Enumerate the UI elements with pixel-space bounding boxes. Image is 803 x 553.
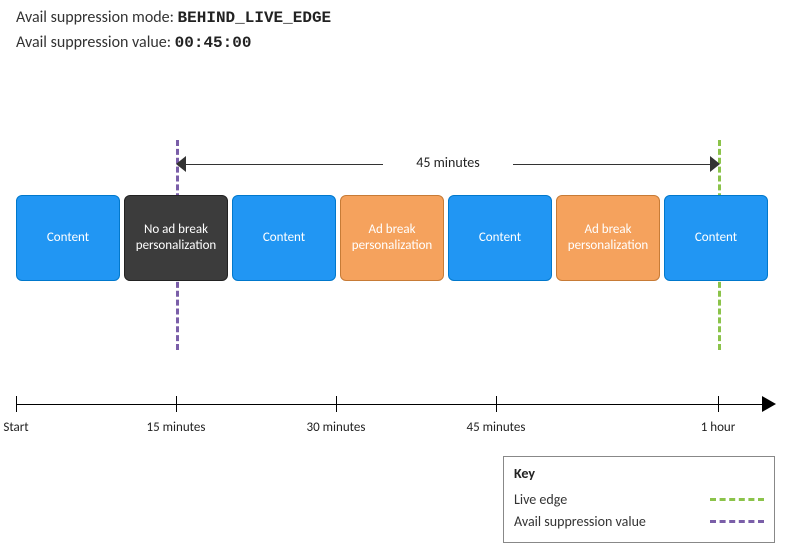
value-value: 00:45:00: [175, 34, 252, 52]
timeline-block: Ad break personalization: [340, 195, 444, 281]
axis-tick: [336, 396, 337, 412]
axis-tick: [718, 396, 719, 412]
legend-title: Key: [514, 465, 764, 482]
arrow-icon: [762, 396, 776, 412]
block-label: Ad break personalization: [345, 222, 439, 253]
timeline-block: Content: [448, 195, 552, 281]
timeline-block: Content: [232, 195, 336, 281]
block-label: Content: [47, 230, 89, 246]
block-label: Content: [263, 230, 305, 246]
block-label: No ad break personalization: [129, 222, 223, 253]
legend-swatch: [710, 498, 764, 501]
axis-tick: [496, 396, 497, 412]
legend-label: Live edge: [514, 491, 567, 508]
legend-row: Avail suppression value: [514, 510, 764, 532]
mode-value: BEHIND_LIVE_EDGE: [178, 9, 332, 27]
axis-tick-label: 45 minutes: [467, 420, 526, 435]
axis-tick: [16, 396, 17, 412]
timeline-block: Ad break personalization: [556, 195, 660, 281]
axis-tick: [176, 396, 177, 412]
timeline-block: Content: [16, 195, 120, 281]
axis-tick-label: Start: [3, 420, 28, 435]
timeline-blocks: Content No ad break personalization Conten…: [16, 195, 768, 281]
axis-tick-label: 30 minutes: [307, 420, 366, 435]
block-label: Content: [479, 230, 521, 246]
legend-swatch: [710, 520, 764, 523]
timeline-block: Content: [664, 195, 768, 281]
mode-label: Avail suppression mode:: [16, 8, 174, 27]
duration-label: 45 minutes: [178, 154, 718, 171]
block-label: Ad break personalization: [561, 222, 655, 253]
timeline-block: No ad break personalization: [124, 195, 228, 281]
diagram-canvas: Avail suppression mode: BEHIND_LIVE_EDGE…: [0, 0, 803, 553]
value-label: Avail suppression value:: [16, 33, 171, 52]
legend-box: Key Live edge Avail suppression value: [503, 456, 775, 543]
axis-tick-label: 1 hour: [701, 420, 736, 435]
header-settings: Avail suppression mode: BEHIND_LIVE_EDGE…: [16, 8, 331, 58]
legend-label: Avail suppression value: [514, 513, 646, 530]
time-axis: Start15 minutes30 minutes45 minutes1 hou…: [16, 384, 776, 424]
duration-measure: 45 minutes: [178, 152, 718, 176]
legend-row: Live edge: [514, 488, 764, 510]
axis-tick-label: 15 minutes: [147, 420, 206, 435]
block-label: Content: [695, 230, 737, 246]
